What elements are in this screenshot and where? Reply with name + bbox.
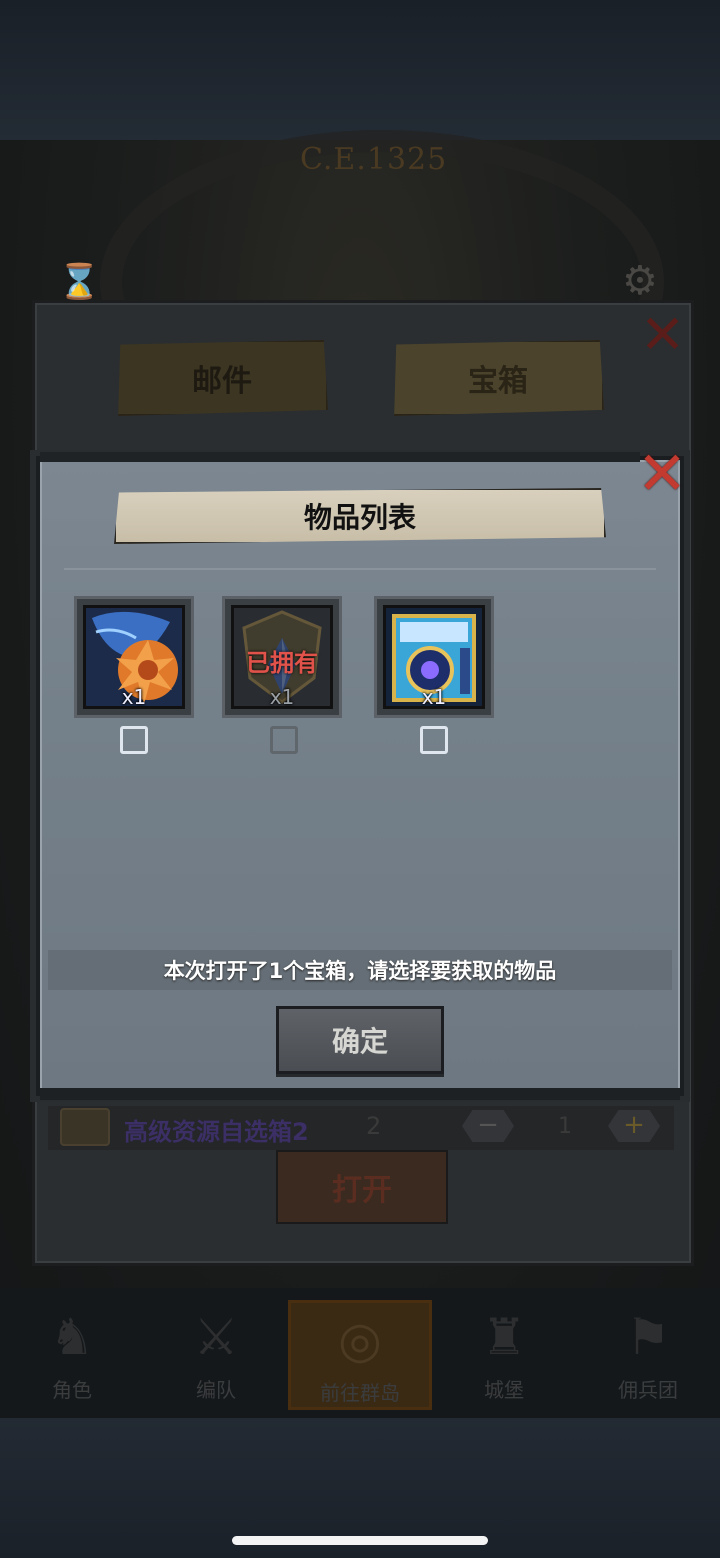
- item-checkbox-1[interactable]: [120, 726, 148, 754]
- item-card-3[interactable]: x1: [374, 596, 494, 718]
- selection-instruction: 本次打开了1个宝箱，请选择要获取的物品: [163, 959, 557, 983]
- item-checkbox-3[interactable]: [420, 726, 448, 754]
- nav-item-castle[interactable]: ♜ 城堡: [432, 1300, 576, 1410]
- open-chest-button[interactable]: 打开: [276, 1150, 448, 1224]
- item-card-1[interactable]: x1: [74, 596, 194, 718]
- confirm-button[interactable]: 确定: [276, 1006, 444, 1074]
- nav-item-islands[interactable]: ◎ 前往群岛: [288, 1300, 432, 1410]
- chest-name: 高级资源自选箱2: [124, 1118, 309, 1146]
- back-window-close-icon[interactable]: ✕: [640, 308, 686, 362]
- modal-divider: [64, 568, 656, 570]
- era-label: C.E.1325: [300, 142, 448, 177]
- formation-icon: ⚔: [193, 1308, 239, 1366]
- hourglass-icon[interactable]: ⌛: [58, 262, 100, 302]
- item-list-modal: [36, 456, 684, 1096]
- modal-bottom-border: [40, 1088, 680, 1100]
- chest-icon: [60, 1108, 110, 1146]
- tab-chest[interactable]: 宝箱: [394, 340, 604, 416]
- item-quantity: x1: [421, 685, 447, 709]
- top-bezel: [0, 0, 720, 140]
- nav-item-character[interactable]: ♞ 角色: [0, 1300, 144, 1410]
- tab-mail[interactable]: 邮件: [118, 340, 328, 416]
- modal-close-icon[interactable]: ✕: [636, 444, 688, 504]
- quantity-value: 1: [558, 1114, 572, 1139]
- castle-icon: ♜: [481, 1308, 527, 1366]
- character-icon: ♞: [49, 1308, 95, 1366]
- chest-count: 2: [366, 1112, 382, 1140]
- islands-icon: ◎: [338, 1311, 382, 1369]
- modal-title: 物品列表: [114, 488, 606, 544]
- home-indicator[interactable]: [232, 1536, 488, 1545]
- item-quantity: x1: [121, 685, 147, 709]
- nav-item-mercenary[interactable]: ⚑ 佣兵团: [576, 1300, 720, 1410]
- item-card-2[interactable]: 已拥有 x1: [222, 596, 342, 718]
- quantity-minus-button[interactable]: −: [462, 1110, 514, 1142]
- mercenary-icon: ⚑: [625, 1308, 671, 1366]
- settings-gear-icon[interactable]: ⚙: [622, 258, 658, 304]
- item-checkbox-2: [270, 726, 298, 754]
- modal-top-border: [40, 452, 640, 462]
- item-quantity: x1: [269, 685, 295, 709]
- quantity-plus-button[interactable]: +: [608, 1110, 660, 1142]
- nav-item-formation[interactable]: ⚔ 编队: [144, 1300, 288, 1410]
- owned-label: 已拥有: [246, 649, 318, 677]
